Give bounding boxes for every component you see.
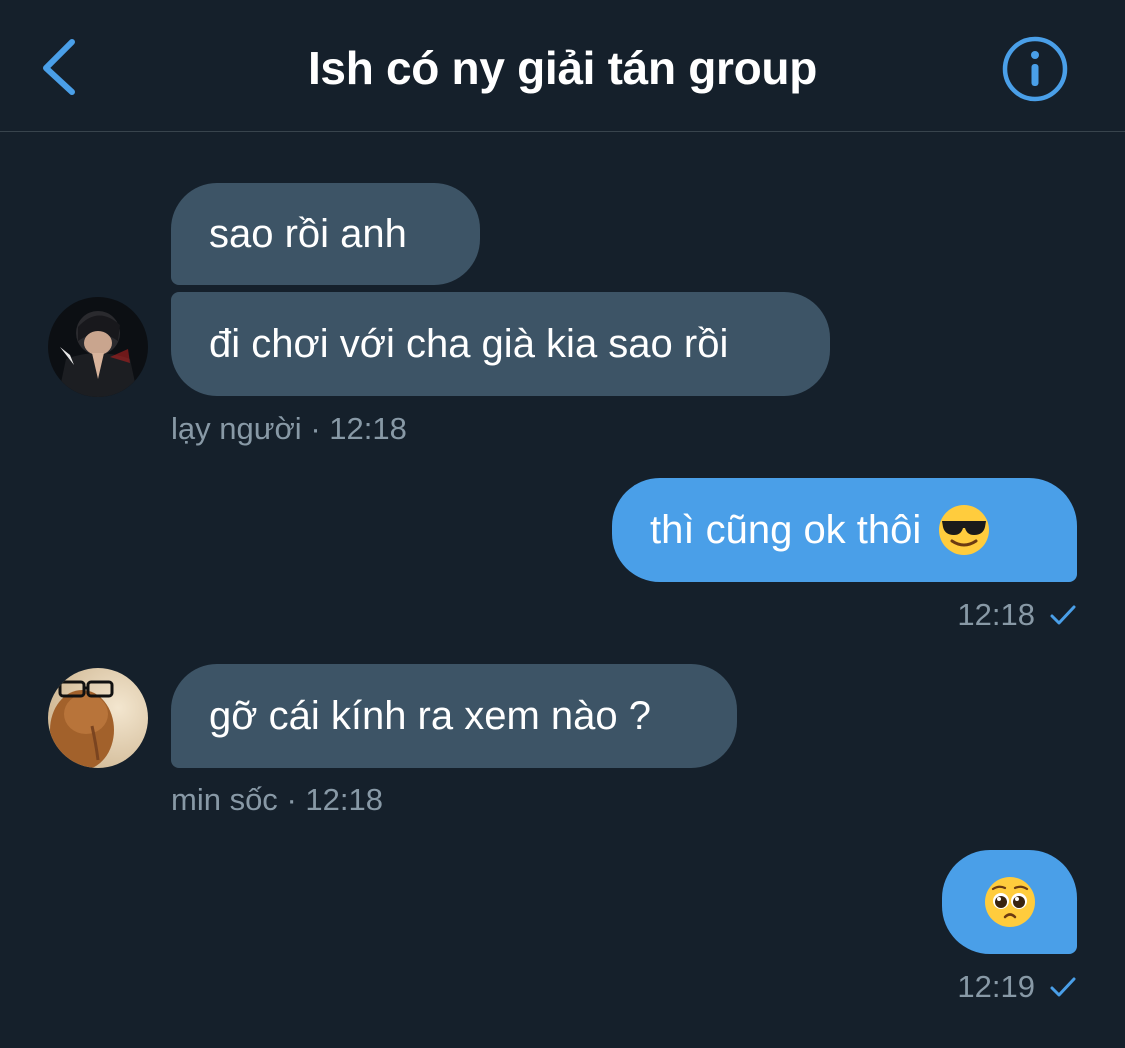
message-bubble-incoming[interactable]: sao rồi anh xyxy=(171,183,480,285)
avatar-image xyxy=(48,297,148,397)
message-text: sao rồi anh xyxy=(209,212,407,256)
back-button[interactable] xyxy=(30,30,90,102)
message-bubble-incoming[interactable]: gỡ cái kính ra xem nào ? xyxy=(171,664,737,768)
sent-check-icon xyxy=(1050,605,1076,625)
message-meta: 12:18 xyxy=(957,595,1077,635)
message-meta: min sốc · 12:18 xyxy=(171,780,383,820)
message-text: đi chơi với cha già kia sao rồi xyxy=(209,322,729,366)
message-text: thì cũng ok thôi xyxy=(650,508,922,552)
message-bubble-outgoing[interactable]: thì cũng ok thôi xyxy=(612,478,1077,582)
chevron-left-icon xyxy=(43,39,75,95)
message-bubble-outgoing[interactable] xyxy=(942,850,1077,954)
message-time: 12:19 xyxy=(957,969,1035,1004)
avatar-lay-nguoi[interactable] xyxy=(48,297,148,397)
avatar-image xyxy=(48,668,148,768)
info-button[interactable] xyxy=(1000,34,1070,104)
sender-name: lạy người xyxy=(171,411,302,446)
message-meta: 12:19 xyxy=(957,967,1077,1007)
conversation-title: Ish có ny giải tán group xyxy=(307,42,818,94)
pleading-face-icon xyxy=(984,877,1035,927)
message-meta: lạy người · 12:18 xyxy=(171,409,407,449)
message-time: 12:18 xyxy=(329,411,407,446)
message-time: 12:18 xyxy=(305,782,383,817)
message-bubble-incoming[interactable]: đi chơi với cha già kia sao rồi xyxy=(171,292,830,396)
sent-check-icon xyxy=(1050,977,1076,997)
smiling-face-with-sunglasses-icon xyxy=(939,505,990,555)
message-text: gỡ cái kính ra xem nào ? xyxy=(209,694,652,738)
meta-separator: · xyxy=(310,411,321,446)
conversation-header: Ish có ny giải tán group xyxy=(0,0,1125,132)
meta-separator: · xyxy=(286,782,297,817)
sender-name: min sốc xyxy=(171,782,278,817)
avatar-min-soc[interactable] xyxy=(48,668,148,768)
message-time: 12:18 xyxy=(957,597,1035,632)
info-icon xyxy=(1002,36,1068,102)
